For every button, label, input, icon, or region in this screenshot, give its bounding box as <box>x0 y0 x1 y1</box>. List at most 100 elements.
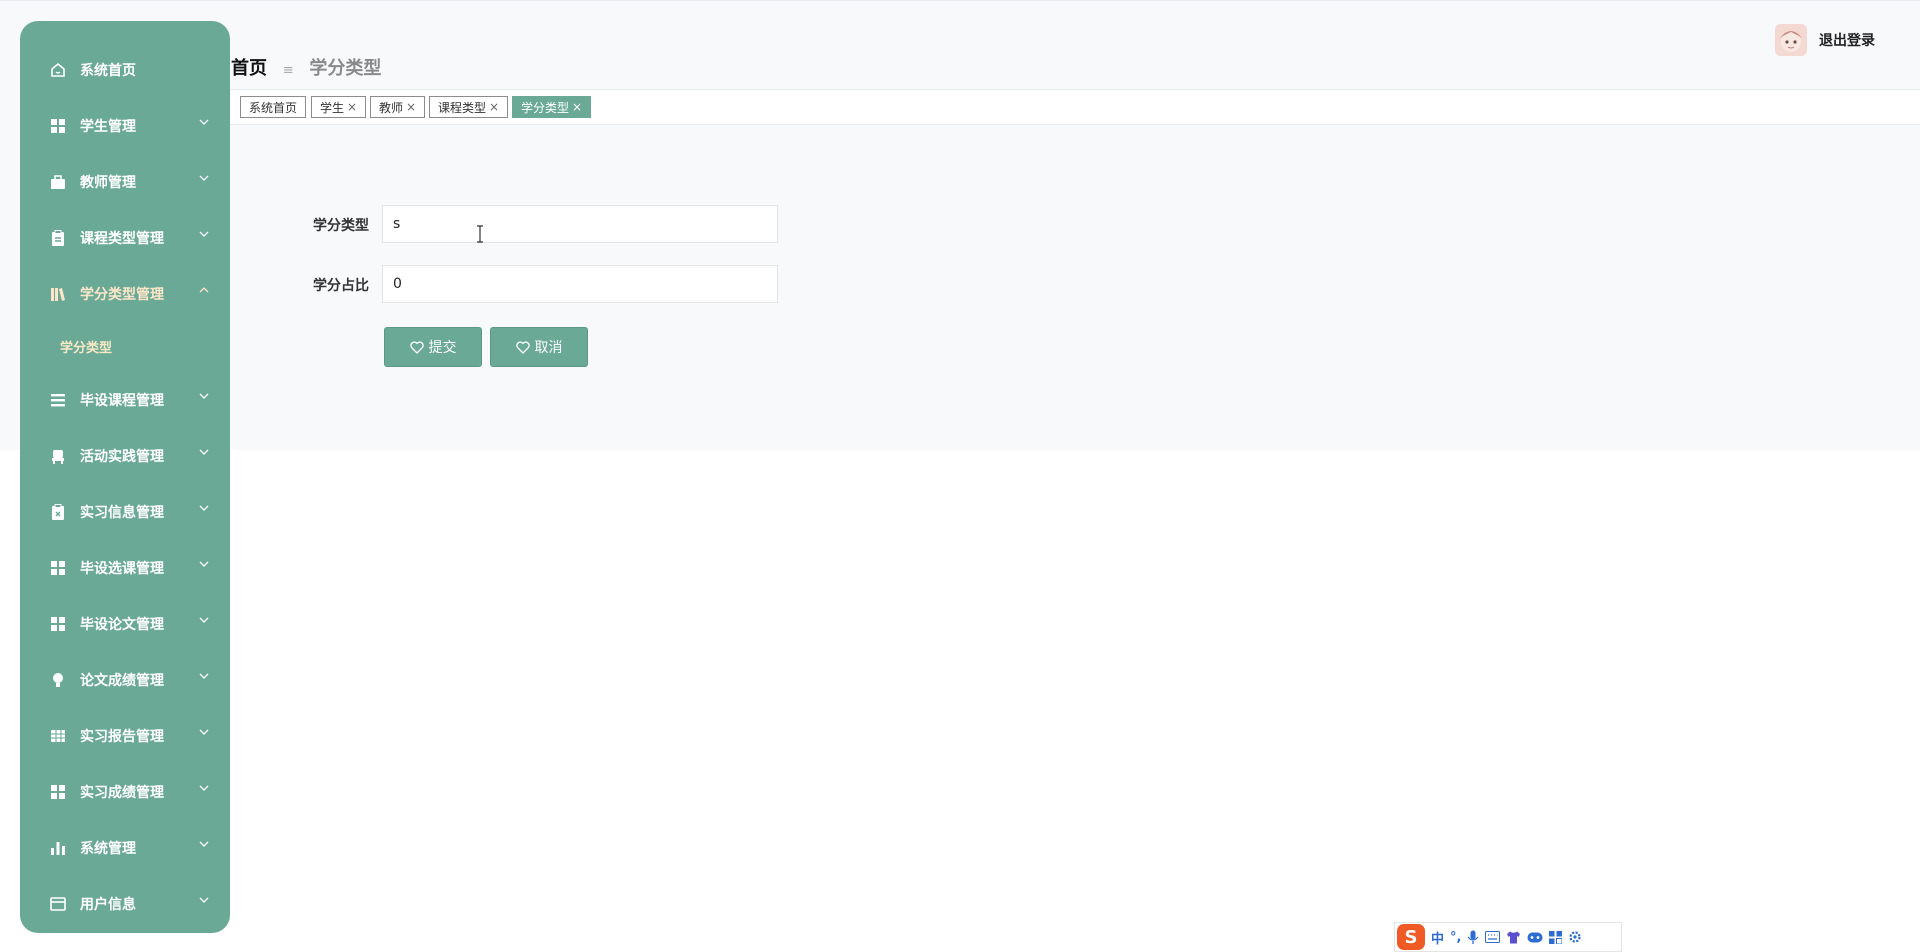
tab-teachers[interactable]: 教师 × <box>370 96 426 118</box>
tab-label: 课程类型 <box>438 100 487 115</box>
chevron-down-icon <box>199 729 209 735</box>
heart-icon <box>409 340 424 354</box>
sidebar-item-label: 活动实践管理 <box>80 449 164 465</box>
sidebar-item-thesis-selection[interactable]: 毕设选课管理 <box>20 547 230 587</box>
sidebar-item-thesis-papers[interactable]: 毕设论文管理 <box>20 603 230 643</box>
home-icon <box>51 62 65 77</box>
chevron-down-icon <box>199 393 209 399</box>
heart-icon <box>515 340 530 354</box>
ime-punctuation[interactable]: °, <box>1450 930 1461 945</box>
sidebar-item-activities[interactable]: 活动实践管理 <box>20 435 230 475</box>
sidebar-item-label: 实习成绩管理 <box>80 785 164 801</box>
sidebar-item-label: 实习信息管理 <box>80 505 164 521</box>
close-icon[interactable]: × <box>406 100 416 114</box>
sidebar-item-internship-info[interactable]: 实习信息管理 <box>20 491 230 531</box>
tabs-strip: 系统首页 学生 × 教师 × 课程类型 × 学分类型 × <box>230 89 1920 125</box>
sidebar-item-system[interactable]: 系统管理 <box>20 827 230 867</box>
tab-label: 教师 <box>379 100 404 115</box>
credit-type-input[interactable] <box>382 205 778 243</box>
cancel-button-label: 取消 <box>534 340 563 356</box>
close-icon[interactable]: × <box>489 100 499 114</box>
sidebar-item-label: 课程类型管理 <box>80 231 164 247</box>
tab-label: 学分类型 <box>521 100 570 115</box>
bar-chart-icon <box>51 842 65 855</box>
sidebar-item-internship-reports[interactable]: 实习报告管理 <box>20 715 230 755</box>
breadcrumb-home[interactable]: 首页 <box>231 58 267 79</box>
breadcrumb: 首页 ≡ 学分类型 <box>231 54 381 80</box>
cancel-button[interactable]: 取消 <box>490 327 588 367</box>
tab-students[interactable]: 学生 × <box>311 96 367 118</box>
sogou-logo-icon[interactable]: S <box>1397 924 1425 950</box>
sidebar-item-credit-types[interactable]: 学分类型管理 <box>20 273 230 313</box>
logout-button[interactable]: 退出登录 <box>1819 30 1875 50</box>
avatar[interactable] <box>1775 24 1807 56</box>
sidebar-item-label: 毕设论文管理 <box>80 617 164 633</box>
chevron-down-icon <box>199 231 209 237</box>
avatar-image-icon <box>1775 24 1807 56</box>
chevron-down-icon <box>199 617 209 623</box>
user-area: 退出登录 <box>1775 24 1875 56</box>
sidebar: 系统首页 学生管理 教师管理 课程类型管理 学分类型管理 学分类型 毕设课程管理… <box>20 21 230 933</box>
sidebar-item-label: 毕设选课管理 <box>80 561 164 577</box>
credit-ratio-label: 学分占比 <box>313 278 369 294</box>
sidebar-item-home[interactable]: 系统首页 <box>20 49 230 89</box>
credit-type-label: 学分类型 <box>313 218 369 234</box>
clipboard-icon <box>52 230 64 246</box>
books-icon <box>51 288 65 301</box>
briefcase-icon <box>51 175 65 189</box>
chair-icon <box>52 450 64 464</box>
chevron-up-icon <box>199 287 209 293</box>
chevron-down-icon <box>199 175 209 181</box>
grid-icon <box>51 561 65 575</box>
sidebar-item-label: 用户信息 <box>80 897 136 913</box>
sidebar-item-label: 学分类型管理 <box>80 287 164 303</box>
sidebar-subitem-credit-type[interactable]: 学分类型 <box>20 326 230 366</box>
sidebar-item-label: 系统管理 <box>80 841 136 857</box>
close-icon[interactable]: × <box>347 100 357 114</box>
tab-course-types[interactable]: 课程类型 × <box>429 96 509 118</box>
chevron-down-icon <box>199 841 209 847</box>
apps-icon[interactable] <box>1549 930 1563 944</box>
chevron-down-icon <box>199 449 209 455</box>
table-icon <box>51 730 65 742</box>
sidebar-item-label: 系统首页 <box>80 63 136 79</box>
sidebar-item-internship-grades[interactable]: 实习成绩管理 <box>20 771 230 811</box>
list-icon <box>51 394 65 407</box>
credit-ratio-input[interactable] <box>382 265 778 303</box>
clipboard-x-icon <box>52 504 64 520</box>
submit-button-label: 提交 <box>428 340 457 356</box>
chevron-down-icon <box>199 561 209 567</box>
sidebar-item-label: 毕设课程管理 <box>80 393 164 409</box>
sidebar-subitem-label: 学分类型 <box>60 341 113 356</box>
settings-icon[interactable] <box>1568 930 1582 944</box>
grid-icon <box>51 119 65 133</box>
card-icon <box>50 897 66 911</box>
sidebar-item-course-types[interactable]: 课程类型管理 <box>20 217 230 257</box>
sidebar-item-thesis-courses[interactable]: 毕设课程管理 <box>20 379 230 419</box>
keyboard-icon[interactable] <box>1485 931 1501 943</box>
chevron-down-icon <box>199 673 209 679</box>
tab-label: 学生 <box>320 100 345 115</box>
sidebar-item-teachers[interactable]: 教师管理 <box>20 161 230 201</box>
sidebar-item-students[interactable]: 学生管理 <box>20 105 230 145</box>
sidebar-item-user-info[interactable]: 用户信息 <box>20 883 230 923</box>
sidebar-item-thesis-grades[interactable]: 论文成绩管理 <box>20 659 230 699</box>
gamepad-icon[interactable] <box>1527 932 1543 943</box>
chevron-down-icon <box>199 119 209 125</box>
submit-button[interactable]: 提交 <box>384 327 482 367</box>
breadcrumb-separator-icon: ≡ <box>282 63 294 78</box>
text-cursor-icon <box>477 225 483 243</box>
bulb-icon <box>53 673 63 687</box>
grid-icon <box>51 785 65 799</box>
mic-icon[interactable] <box>1467 930 1479 945</box>
tab-label: 系统首页 <box>249 100 298 115</box>
ime-toolbar: S 中 °, <box>1394 922 1622 952</box>
grid-icon <box>51 617 65 631</box>
ime-mode-chinese[interactable]: 中 <box>1431 928 1444 947</box>
close-icon[interactable]: × <box>572 100 582 114</box>
tab-home[interactable]: 系统首页 <box>240 96 307 118</box>
tab-credit-types[interactable]: 学分类型 × <box>512 96 592 118</box>
shirt-icon[interactable] <box>1506 931 1521 944</box>
chevron-down-icon <box>199 785 209 791</box>
chevron-down-icon <box>199 897 209 903</box>
